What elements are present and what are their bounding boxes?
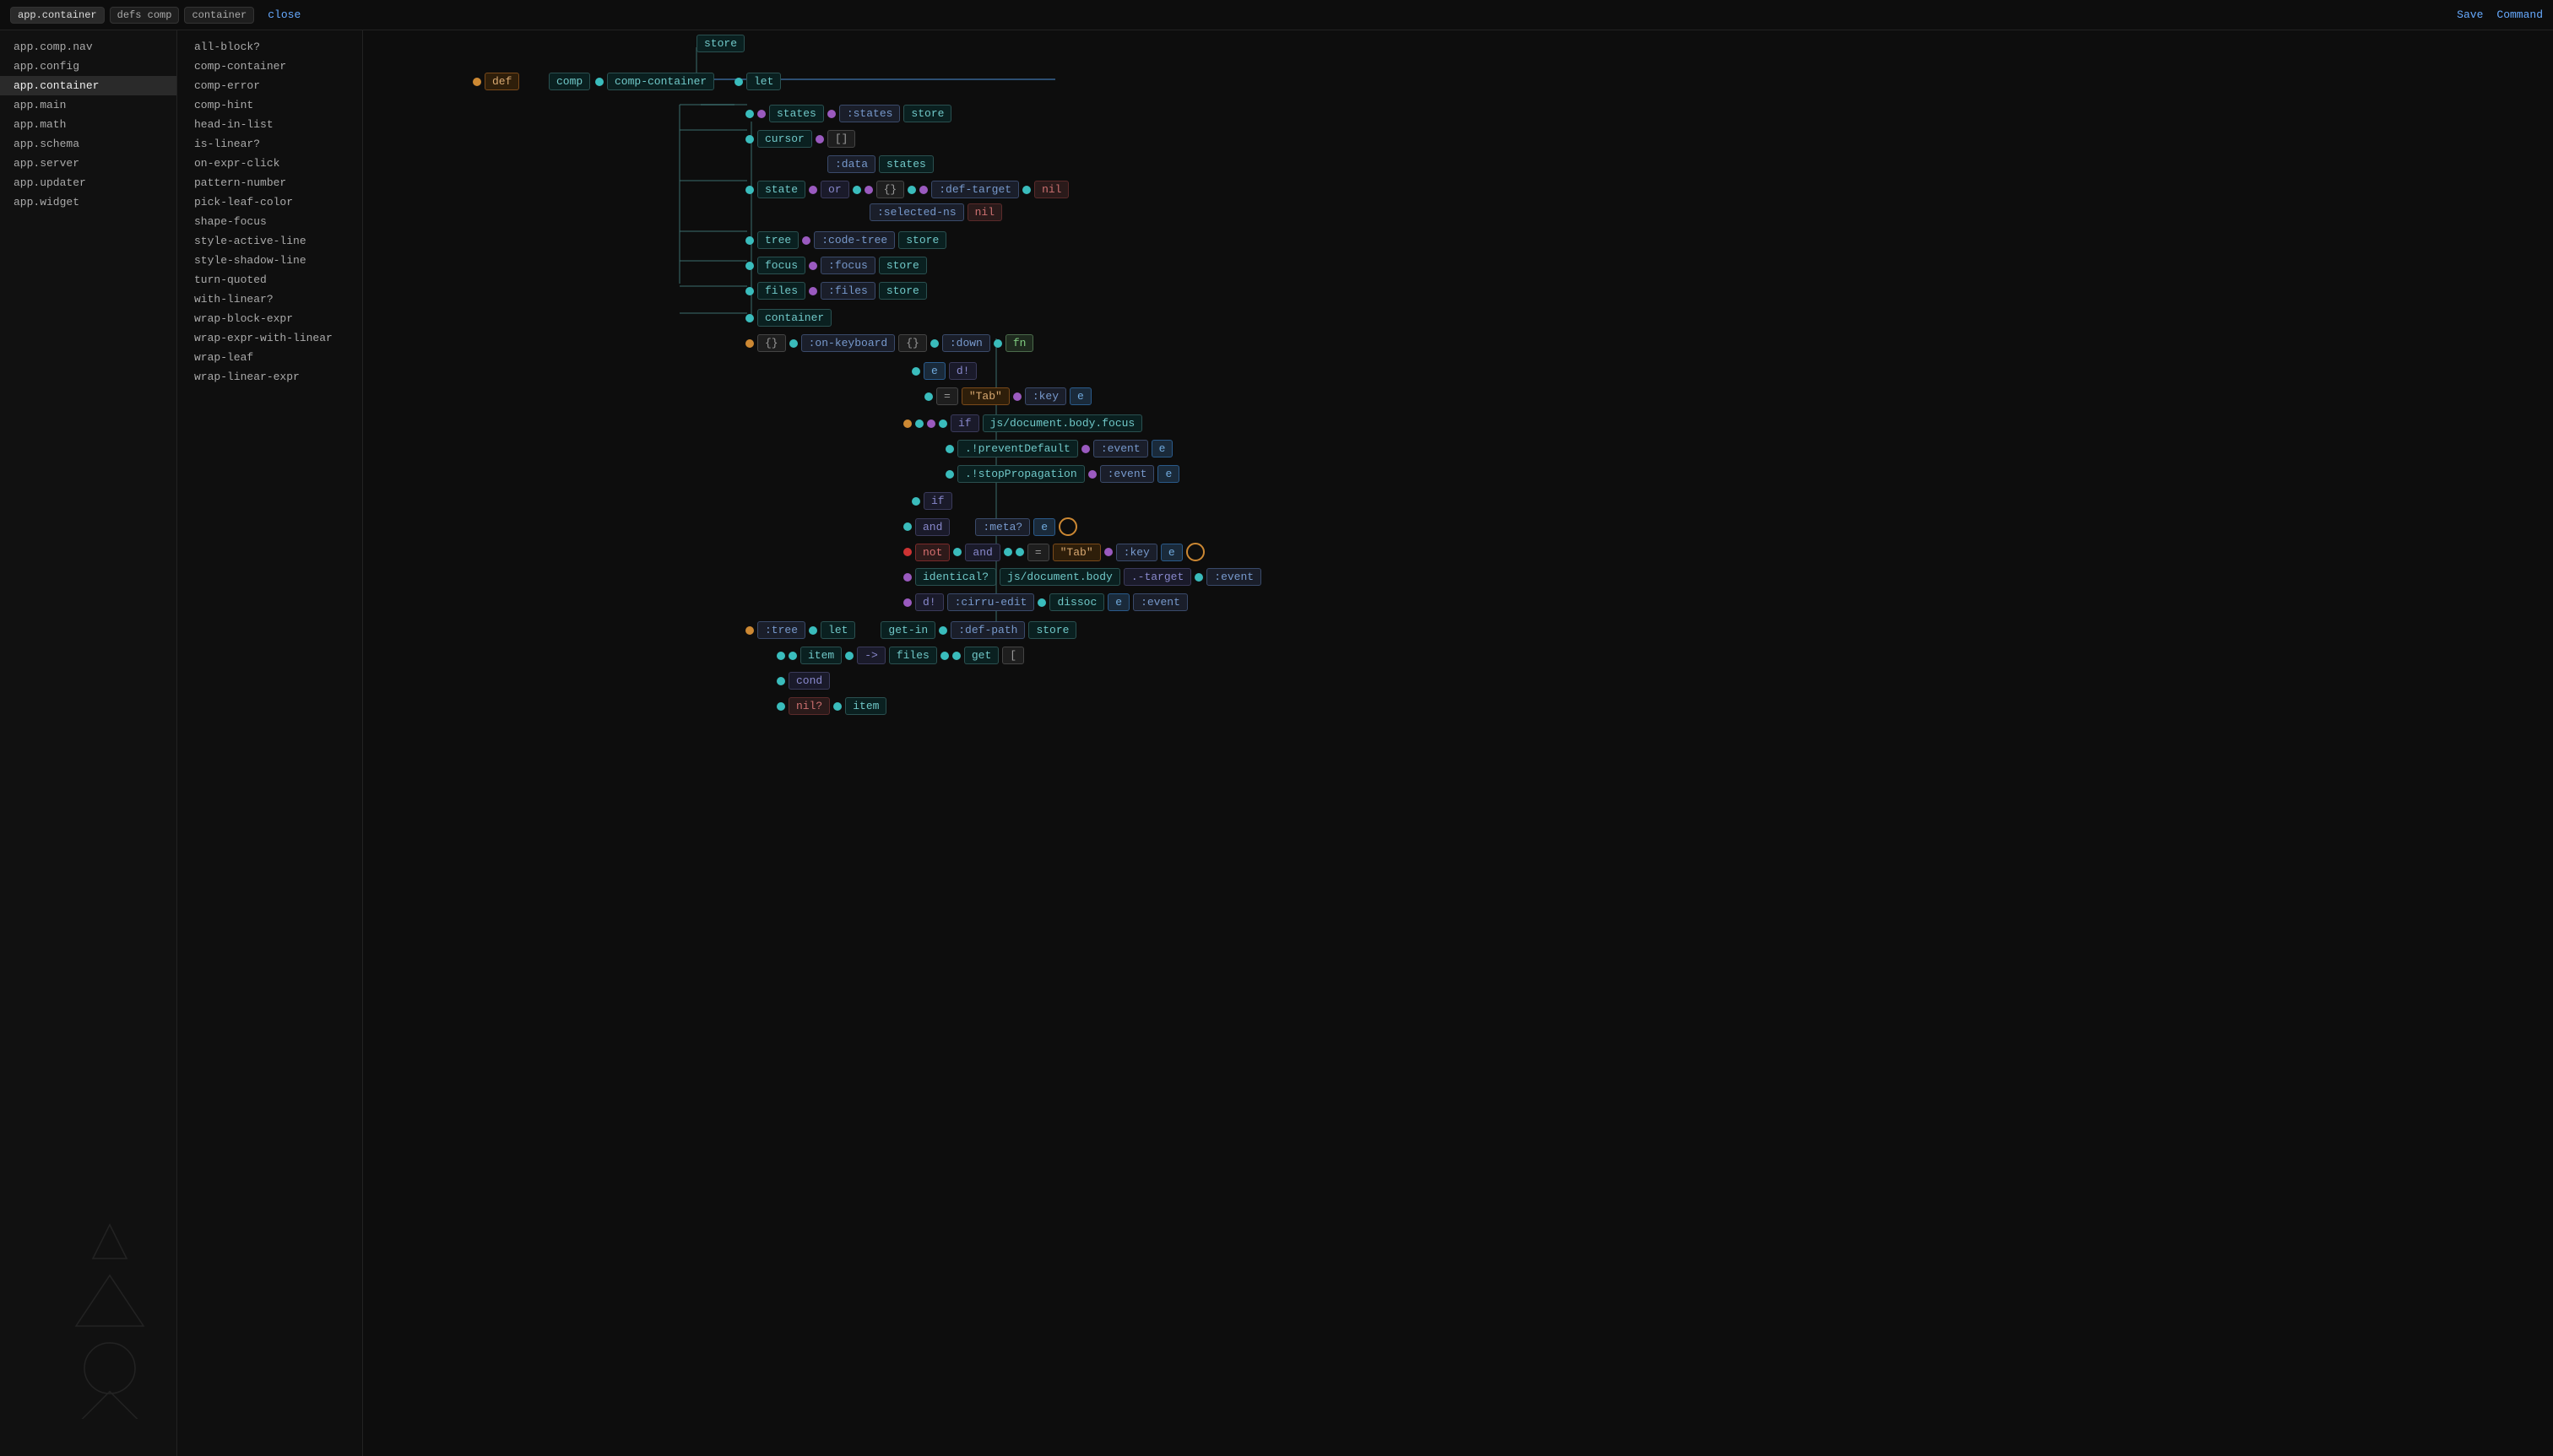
node-comp-container[interactable]: comp-container (595, 73, 714, 90)
node-selected-ns-row: :selected-ns nil (870, 203, 1002, 221)
sidebar-item-app-container[interactable]: app.container (0, 76, 176, 95)
connections-svg (363, 30, 2052, 790)
sidebar-item-app-server[interactable]: app.server (0, 154, 176, 173)
node-if2[interactable]: if (912, 492, 952, 510)
node-stop-prop-row: .!stopPropagation :event e (946, 465, 1179, 483)
defs-item-6[interactable]: on-expr-click (177, 154, 362, 173)
decorative-shapes (25, 1208, 177, 1422)
defs-item-12[interactable]: turn-quoted (177, 270, 362, 290)
tab-container[interactable]: container (184, 7, 254, 24)
command-link[interactable]: Command (2496, 8, 2543, 21)
node-tree-let-row: :tree let get-in :def-path store (745, 621, 1076, 639)
sidebar-item-app-updater[interactable]: app.updater (0, 173, 176, 192)
topbar-right: Save Command (2457, 8, 2543, 21)
node-on-keyboard-row: {} :on-keyboard {} :down fn (745, 334, 1033, 352)
defs-item-7[interactable]: pattern-number (177, 173, 362, 192)
topbar-left: app.container defs comp container close (10, 7, 301, 24)
node-e-d-row: e d! (912, 362, 977, 380)
node-files-row: files :files store (745, 282, 927, 300)
save-link[interactable]: Save (2457, 8, 2483, 21)
node-let[interactable]: let (734, 73, 781, 90)
defs-item-8[interactable]: pick-leaf-color (177, 192, 362, 212)
node-store-top[interactable]: store (697, 35, 745, 52)
node-cond[interactable]: cond (777, 672, 830, 690)
defs-item-15[interactable]: wrap-expr-with-linear (177, 328, 362, 348)
defs-item-9[interactable]: shape-focus (177, 212, 362, 231)
defs-item-16[interactable]: wrap-leaf (177, 348, 362, 367)
defs-item-5[interactable]: is-linear? (177, 134, 362, 154)
node-and1-row: and :meta? e (903, 517, 1077, 536)
node-cursor-row: cursor [] (745, 130, 855, 148)
close-link[interactable]: close (268, 8, 301, 21)
defs-item-11[interactable]: style-shadow-line (177, 251, 362, 270)
sidebar-item-app-main[interactable]: app.main (0, 95, 176, 115)
graph-inner: store def comp comp-container let (363, 30, 2052, 790)
sidebar-item-app-math[interactable]: app.math (0, 115, 176, 134)
sidebar: app.comp.nav app.config app.container ap… (0, 30, 177, 1456)
defs-item-17[interactable]: wrap-linear-expr (177, 367, 362, 387)
node-eq-tab-row: = "Tab" :key e (924, 387, 1092, 405)
node-states-dot: states :states store (745, 105, 951, 122)
sidebar-section: app.comp.nav app.config app.container ap… (0, 30, 176, 219)
node-not-and-row: not and = "Tab" :key e (903, 543, 1205, 561)
sidebar-item-app-config[interactable]: app.config (0, 57, 176, 76)
node-focus-row: focus :focus store (745, 257, 927, 274)
node-d-bang2-row: d! :cirru-edit dissoc e :event (903, 593, 1188, 611)
defs-item-13[interactable]: with-linear? (177, 290, 362, 309)
topbar: app.container defs comp container close … (0, 0, 2553, 30)
node-state-row: state or {} :def-target nil (745, 181, 1069, 198)
sidebar-item-app-widget[interactable]: app.widget (0, 192, 176, 212)
node-def[interactable]: def (473, 73, 519, 90)
defs-item-2[interactable]: comp-error (177, 76, 362, 95)
defs-item-3[interactable]: comp-hint (177, 95, 362, 115)
defs-item-4[interactable]: head-in-list (177, 115, 362, 134)
node-prevent-default-row: .!preventDefault :event e (946, 440, 1173, 457)
node-tree-row: tree :code-tree store (745, 231, 946, 249)
graph-canvas[interactable]: store def comp comp-container let (363, 30, 2553, 1456)
defs-item-0[interactable]: all-block? (177, 37, 362, 57)
node-container[interactable]: container (745, 309, 832, 327)
tab-app-container[interactable]: app.container (10, 7, 105, 24)
node-item-files-row: item -> files get [ (777, 647, 1024, 664)
node-comp[interactable]: comp (549, 73, 590, 90)
main-area: app.comp.nav app.config app.container ap… (0, 30, 2553, 1456)
node-if1-row: if js/document.body.focus (903, 414, 1142, 432)
defs-item-1[interactable]: comp-container (177, 57, 362, 76)
node-data-row: :data states (827, 155, 934, 173)
defs-panel: all-block? comp-container comp-error com… (177, 30, 363, 1456)
node-nil-q-item-row: nil? item (777, 697, 886, 715)
defs-item-10[interactable]: style-active-line (177, 231, 362, 251)
node-identical-row: identical? js/document.body .-target :ev… (903, 568, 1261, 586)
defs-item-14[interactable]: wrap-block-expr (177, 309, 362, 328)
tab-defs-comp[interactable]: defs comp (110, 7, 180, 24)
sidebar-item-app-schema[interactable]: app.schema (0, 134, 176, 154)
sidebar-item-app-comp-nav[interactable]: app.comp.nav (0, 37, 176, 57)
